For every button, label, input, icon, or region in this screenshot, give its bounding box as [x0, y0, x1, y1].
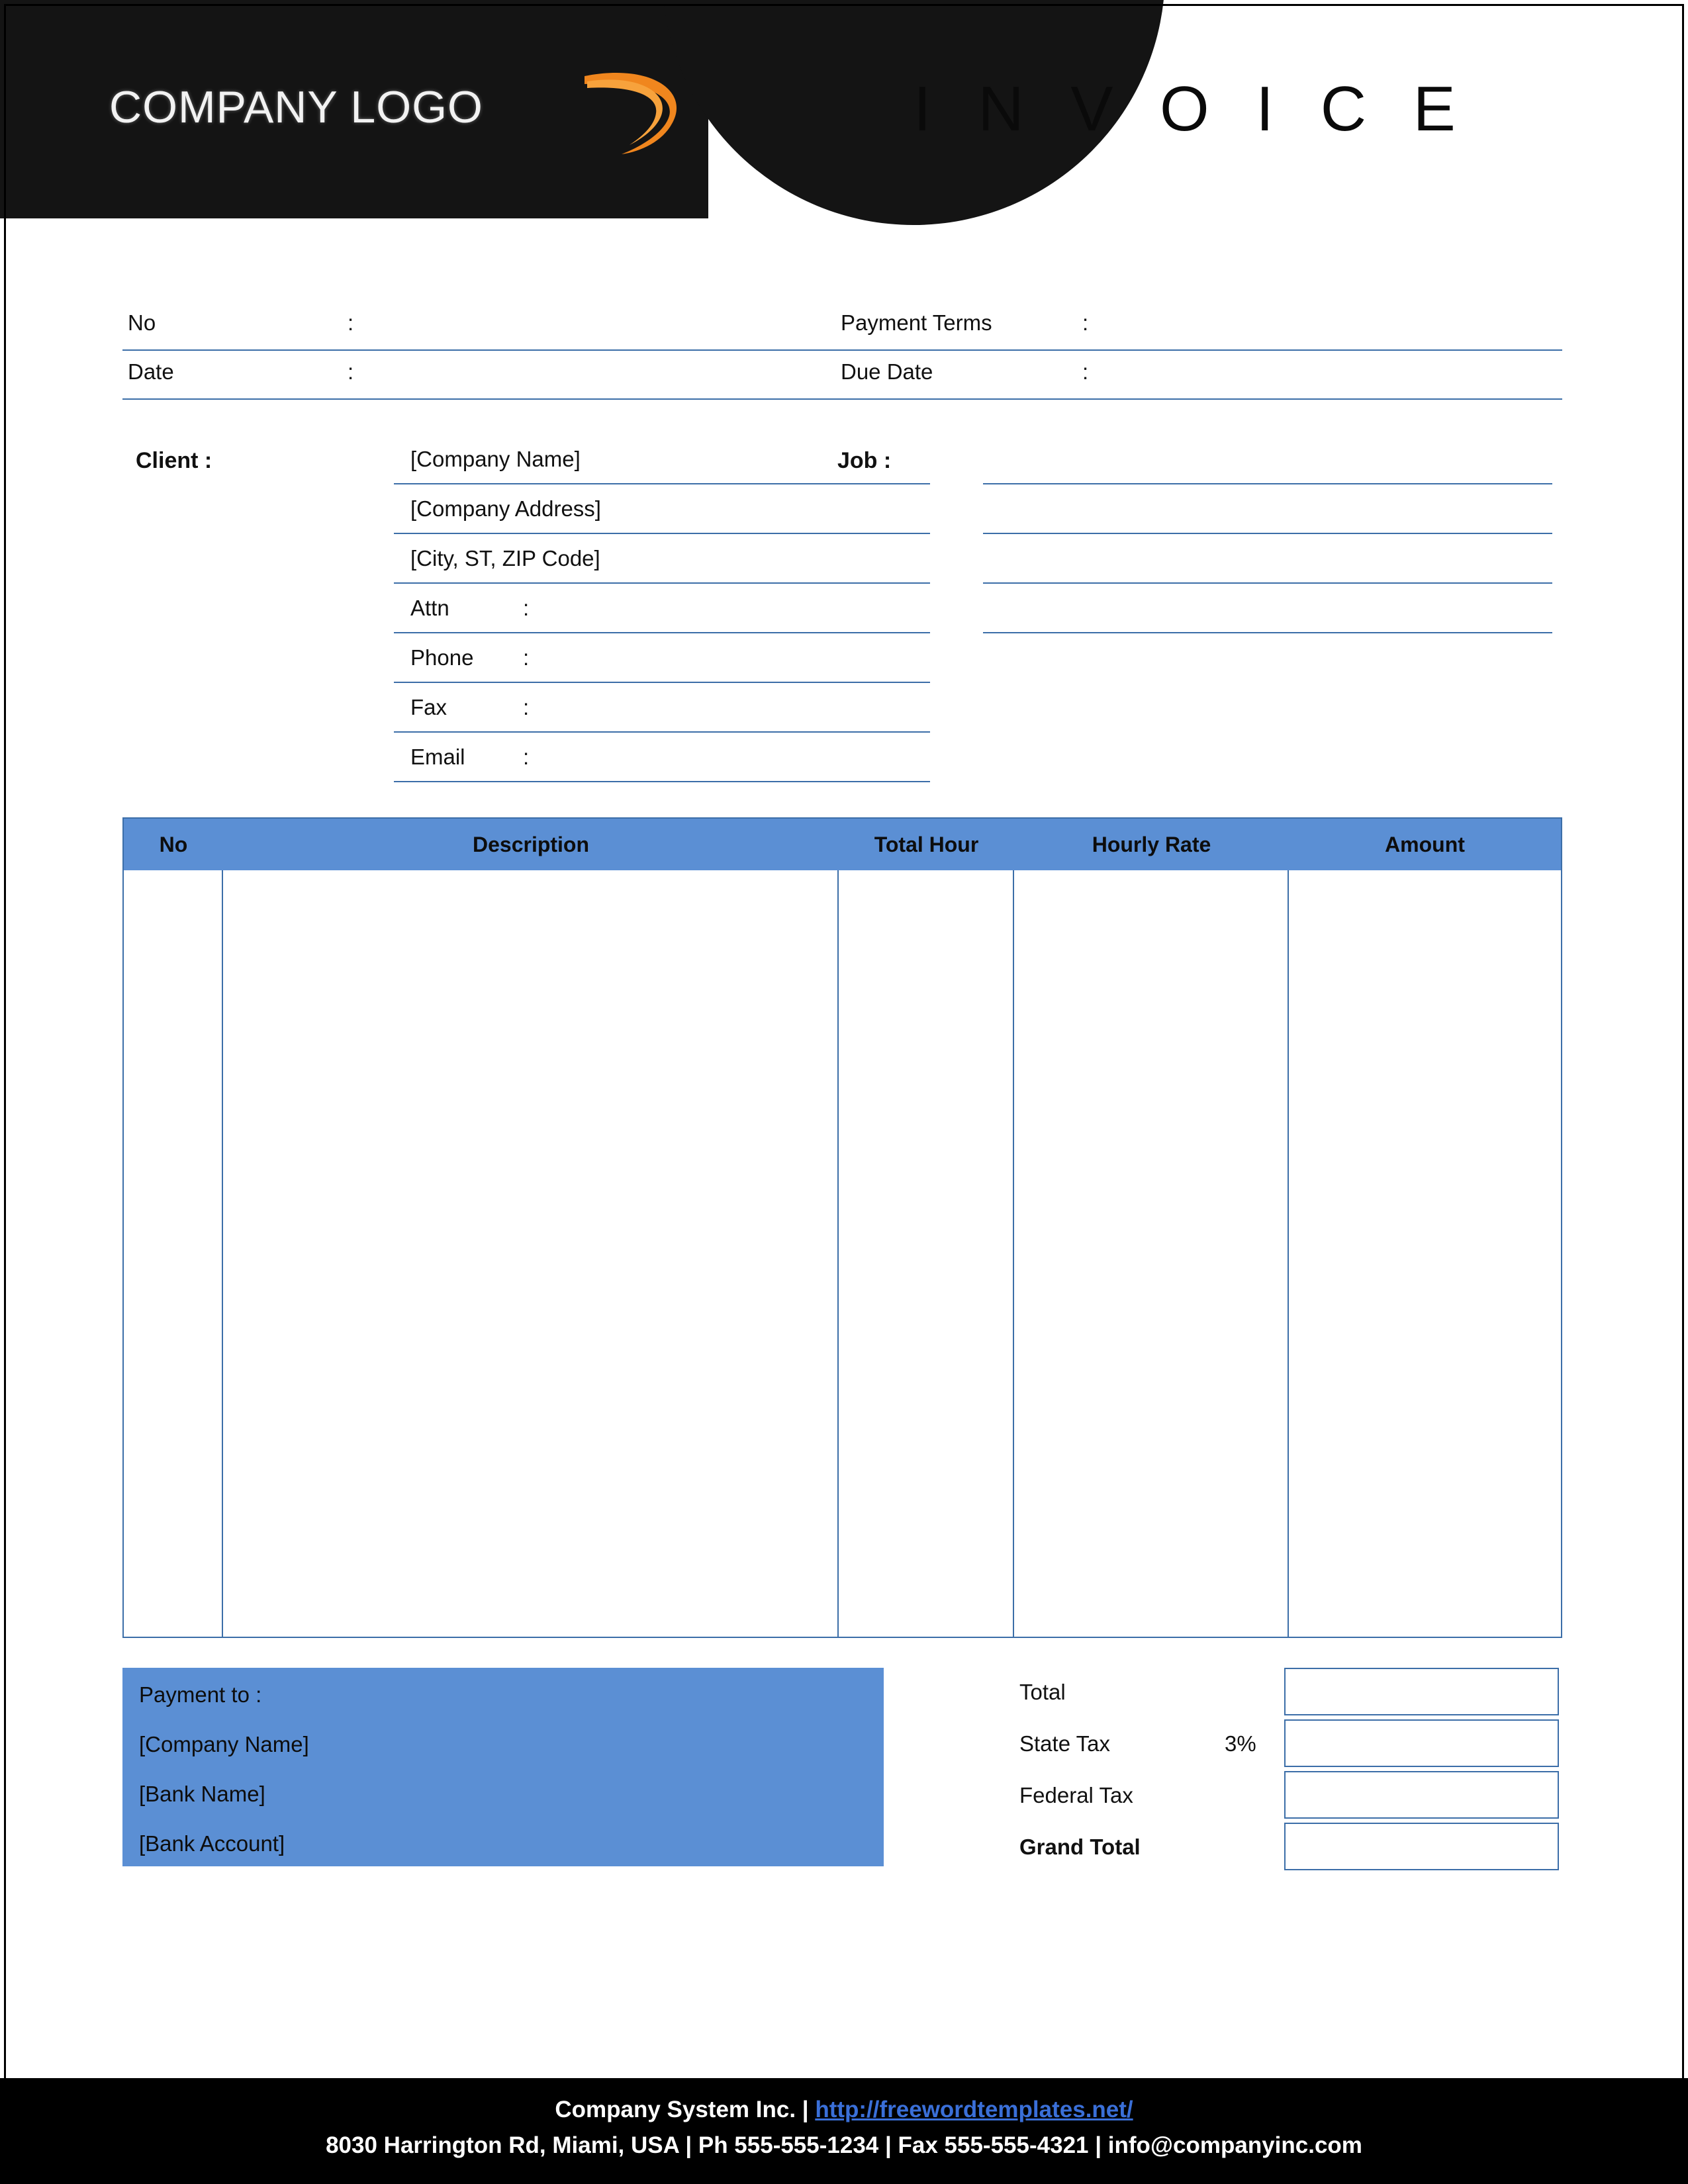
field-due-date-label: Due Date — [841, 359, 933, 384]
job-field-line-4[interactable] — [983, 582, 1552, 633]
field-date[interactable]: Date : — [122, 350, 827, 400]
table-column-divider — [837, 870, 839, 1637]
field-payment-terms-colon: : — [1082, 310, 1089, 335]
client-field-email[interactable]: Email : — [394, 731, 930, 782]
client-field-fax[interactable]: Fax : — [394, 682, 930, 733]
footer-company-line: Company System Inc. | http://freewordtem… — [0, 2097, 1688, 2123]
job-heading: Job : — [837, 448, 892, 473]
client-phone-colon: : — [523, 645, 530, 670]
federal-tax-value-box[interactable] — [1284, 1771, 1559, 1819]
job-field-line-3[interactable] — [983, 533, 1552, 584]
table-column-divider — [1013, 870, 1014, 1637]
grand-total-label: Grand Total — [1019, 1835, 1141, 1859]
field-payment-terms-label: Payment Terms — [841, 310, 992, 335]
client-field-company-address[interactable]: [Company Address] — [394, 483, 930, 534]
meta-row: Date : Due Date : — [122, 350, 1562, 400]
orange-swoosh-icon — [585, 73, 677, 154]
column-header-amount: Amount — [1385, 833, 1465, 856]
client-field-phone[interactable]: Phone : — [394, 632, 930, 683]
client-field-city-state-zip[interactable]: [City, ST, ZIP Code] — [394, 533, 930, 584]
page-title: I N V O I C E — [914, 73, 1470, 144]
footer-company-name: Company System Inc. | — [555, 2097, 816, 2122]
column-header-hourly-rate: Hourly Rate — [1092, 833, 1211, 856]
line-items-table: No Description Total Hour Hourly Rate Am… — [122, 817, 1562, 1638]
state-tax-value-box[interactable] — [1284, 1719, 1559, 1767]
client-phone-label: Phone — [410, 645, 474, 670]
field-no-label: No — [128, 310, 156, 335]
client-company-name-text: [Company Name] — [410, 447, 581, 471]
client-attn-colon: : — [523, 596, 530, 620]
state-tax-percent: 3% — [1225, 1731, 1256, 1756]
job-field-line-2[interactable] — [983, 483, 1552, 534]
invoice-page: COMPANY LOGO I N V O I C E No : Payment … — [0, 0, 1688, 2184]
client-email-colon: : — [523, 745, 530, 769]
total-value-box[interactable] — [1284, 1668, 1559, 1715]
page-footer: Company System Inc. | http://freewordtem… — [0, 2078, 1688, 2184]
field-date-colon: : — [348, 359, 354, 384]
payment-company-name: [Company Name] — [139, 1732, 309, 1756]
field-due-date[interactable]: Due Date : — [827, 350, 1562, 400]
company-logo: COMPANY LOGO — [109, 73, 677, 156]
totals-block: Total State Tax 3% Federal Tax Grand Tot… — [1019, 1668, 1562, 1874]
job-field-line-1[interactable] — [983, 433, 1552, 484]
client-city-state-zip-text: [City, ST, ZIP Code] — [410, 546, 600, 570]
table-column-divider — [222, 870, 223, 1637]
column-header-total-hour: Total Hour — [874, 833, 979, 856]
client-company-address-text: [Company Address] — [410, 496, 601, 521]
footer-website-link[interactable]: http://freewordtemplates.net/ — [815, 2097, 1133, 2122]
totals-row-state-tax: State Tax 3% — [1019, 1719, 1562, 1771]
meta-row: No : Payment Terms : — [122, 301, 1562, 351]
field-no[interactable]: No : — [122, 301, 827, 351]
payment-details-box: Payment to : [Company Name] [Bank Name] … — [122, 1668, 884, 1866]
state-tax-label: State Tax — [1019, 1731, 1110, 1756]
client-email-label: Email — [410, 745, 465, 769]
client-attn-label: Attn — [410, 596, 449, 620]
client-heading: Client : — [136, 448, 212, 473]
client-field-attn[interactable]: Attn : — [394, 582, 930, 633]
table-header-row: No Description Total Hour Hourly Rate Am… — [124, 819, 1561, 870]
column-header-no: No — [159, 833, 188, 856]
field-no-colon: : — [348, 310, 354, 335]
payment-to-label: Payment to : — [139, 1682, 262, 1707]
payment-bank-name: [Bank Name] — [139, 1782, 265, 1806]
totals-row-federal-tax: Federal Tax — [1019, 1771, 1562, 1823]
client-fax-label: Fax — [410, 695, 447, 719]
table-body[interactable] — [124, 870, 1561, 1637]
total-label: Total — [1019, 1680, 1066, 1704]
column-header-description: Description — [472, 833, 590, 856]
table-column-divider — [1288, 870, 1289, 1637]
federal-tax-label: Federal Tax — [1019, 1783, 1133, 1807]
totals-row-grand-total: Grand Total — [1019, 1823, 1562, 1874]
field-payment-terms[interactable]: Payment Terms : — [827, 301, 1562, 351]
invoice-header: COMPANY LOGO I N V O I C E — [0, 0, 1688, 225]
grand-total-value-box[interactable] — [1284, 1823, 1559, 1870]
company-logo-text: COMPANY LOGO — [109, 82, 483, 132]
client-fax-colon: : — [523, 695, 530, 719]
field-date-label: Date — [128, 359, 174, 384]
invoice-meta-fields: No : Payment Terms : Date : Due Date : — [122, 301, 1562, 400]
payment-bank-account: [Bank Account] — [139, 1831, 285, 1856]
field-due-date-colon: : — [1082, 359, 1089, 384]
footer-address-line: 8030 Harrington Rd, Miami, USA | Ph 555-… — [326, 2132, 1362, 2158]
totals-row-total: Total — [1019, 1668, 1562, 1719]
